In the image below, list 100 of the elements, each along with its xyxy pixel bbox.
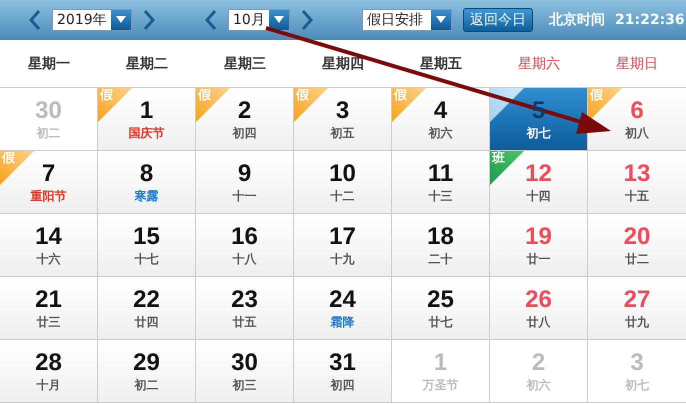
day-number: 21 (35, 286, 62, 314)
lunar-date: 十一 (232, 188, 256, 204)
lunar-date: 初七 (625, 377, 649, 393)
day-cell[interactable]: 9 十一 (196, 151, 294, 214)
day-number: 23 (231, 286, 258, 314)
day-cell[interactable]: 31 初四 (294, 340, 392, 403)
lunar-date: 十月 (36, 377, 60, 393)
corner-badge: 班 (490, 151, 524, 185)
day-cell[interactable]: 18 二十 (392, 214, 490, 277)
corner-badge: 假 (196, 88, 230, 122)
day-cell[interactable]: 假 7 重阳节 (0, 151, 98, 214)
clock-label: 北京时间 (549, 11, 605, 29)
day-number: 12 (525, 160, 552, 188)
day-number: 7 (42, 160, 56, 188)
lunar-date: 初五 (330, 125, 354, 141)
day-cell[interactable]: 班 12 十四 (490, 151, 588, 214)
lunar-date: 初四 (232, 125, 256, 141)
lunar-date: 廿九 (625, 314, 649, 330)
day-cell[interactable]: 30 初三 (196, 340, 294, 403)
dropdown-caret-icon[interactable] (111, 10, 131, 30)
lunar-date: 初六 (526, 377, 550, 393)
lunar-date: 十五 (625, 188, 649, 204)
lunar-date: 十六 (36, 251, 60, 267)
day-number: 22 (133, 286, 160, 314)
day-cell[interactable]: 23 廿五 (196, 277, 294, 340)
corner-badge: 假 (98, 88, 132, 122)
day-cell[interactable]: 28 十月 (0, 340, 98, 403)
day-cell[interactable]: 22 廿四 (98, 277, 196, 340)
dropdown-caret-icon[interactable] (269, 10, 289, 30)
day-cell[interactable]: 17 十九 (294, 214, 392, 277)
lunar-date: 廿四 (134, 314, 158, 330)
lunar-date: 初三 (232, 377, 256, 393)
day-cell[interactable]: 25 廿七 (392, 277, 490, 340)
day-number: 2 (238, 97, 252, 125)
lunar-date: 初二 (36, 125, 60, 141)
day-number: 9 (238, 160, 252, 188)
day-number: 29 (133, 349, 160, 377)
day-cell[interactable]: 10 十二 (294, 151, 392, 214)
day-number: 1 (140, 97, 154, 125)
day-cell[interactable]: 假 6 初八 (588, 88, 686, 151)
lunar-date: 重阳节 (30, 188, 66, 204)
weekday-header: 星期一 (28, 54, 70, 72)
day-number: 11 (428, 160, 454, 188)
day-cell[interactable]: 8 寒露 (98, 151, 196, 214)
holiday-select[interactable]: 假日安排 (362, 9, 452, 31)
year-select[interactable]: 2019年 (52, 9, 132, 31)
day-number: 1 (434, 349, 448, 377)
weekday-header: 星期日 (616, 54, 658, 72)
lunar-date: 霜降 (330, 314, 354, 330)
corner-badge: 假 (294, 88, 328, 122)
lunar-date: 廿二 (625, 251, 649, 267)
lunar-date: 廿七 (428, 314, 452, 330)
today-button[interactable]: 返回今日 (463, 8, 533, 32)
day-number: 31 (329, 349, 356, 377)
day-cell[interactable]: 26 廿八 (490, 277, 588, 340)
day-number: 30 (231, 349, 258, 377)
day-number: 27 (624, 286, 650, 314)
lunar-date: 十二 (330, 188, 354, 204)
day-number: 16 (231, 223, 258, 251)
day-number: 2 (532, 349, 546, 377)
day-number: 28 (35, 349, 62, 377)
day-number: 8 (140, 160, 154, 188)
day-number: 17 (329, 223, 356, 251)
day-number: 14 (35, 223, 62, 251)
lunar-date: 初四 (330, 377, 354, 393)
day-number: 6 (630, 97, 644, 125)
day-cell[interactable]: 19 廿一 (490, 214, 588, 277)
lunar-date: 二十 (428, 251, 452, 267)
day-number: 19 (525, 223, 552, 251)
lunar-date: 十三 (428, 188, 452, 204)
day-cell[interactable]: 15 十七 (98, 214, 196, 277)
day-number: 10 (329, 160, 356, 188)
day-number: 3 (630, 349, 644, 377)
lunar-date: 十七 (134, 251, 158, 267)
day-number: 15 (133, 223, 160, 251)
lunar-date: 十四 (526, 188, 550, 204)
day-cell[interactable]: 16 十八 (196, 214, 294, 277)
day-cell[interactable]: 14 十六 (0, 214, 98, 277)
weekday-header: 星期三 (224, 54, 266, 72)
lunar-date: 廿八 (526, 314, 550, 330)
lunar-date: 初六 (428, 125, 452, 141)
lunar-date: 廿三 (36, 314, 60, 330)
day-cell[interactable]: 21 廿三 (0, 277, 98, 340)
day-number: 20 (624, 223, 650, 251)
day-cell[interactable]: 24 霜降 (294, 277, 392, 340)
day-number: 25 (427, 286, 454, 314)
day-number: 3 (336, 97, 350, 125)
day-number: 4 (434, 97, 448, 125)
lunar-date: 国庆节 (128, 125, 164, 141)
weekday-header: 星期四 (322, 54, 364, 72)
weekday-header: 星期五 (420, 54, 462, 72)
lunar-date: 廿五 (232, 314, 256, 330)
day-number: 26 (525, 286, 552, 314)
lunar-date: 初八 (625, 125, 649, 141)
day-cell[interactable]: 29 初二 (98, 340, 196, 403)
month-select[interactable]: 10月 (228, 9, 290, 31)
lunar-date: 廿一 (526, 251, 550, 267)
dropdown-caret-icon[interactable] (431, 10, 451, 30)
clock-time: 21:22:36 (615, 12, 685, 28)
day-number: 18 (427, 223, 454, 251)
